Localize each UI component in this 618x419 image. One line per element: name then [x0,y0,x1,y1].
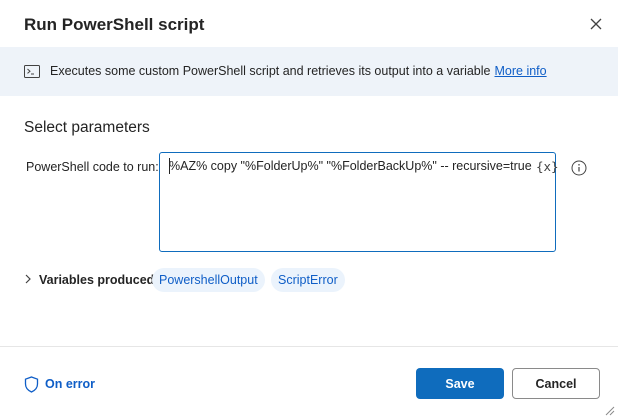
info-bar: Executes some custom PowerShell script a… [0,47,618,96]
run-powershell-dialog: Run PowerShell script Executes some cust… [0,0,618,419]
powershell-code-label: PowerShell code to run: [26,160,159,174]
dialog-title: Run PowerShell script [24,15,205,34]
terminal-icon [24,65,40,78]
close-button[interactable] [585,13,607,35]
variables-produced-label: Variables produced [39,273,155,287]
info-circle-icon[interactable] [571,160,587,176]
on-error-button[interactable]: On error [24,375,95,393]
powershell-code-value: %AZ% copy "%FolderUp%" "%FolderBackUp%" … [169,159,532,173]
variable-chip-scripterror[interactable]: ScriptError [271,268,345,292]
save-button[interactable]: Save [416,368,504,399]
chevron-right-icon [25,274,31,284]
close-icon [590,18,602,30]
section-title: Select parameters [24,119,150,136]
more-info-link[interactable]: More info [495,64,547,78]
shield-icon [24,375,39,393]
on-error-label: On error [45,377,96,391]
info-text: Executes some custom PowerShell script a… [50,64,547,78]
footer-divider [0,346,618,347]
resize-grip-icon[interactable] [603,404,615,416]
variable-chip-powershelloutput[interactable]: PowershellOutput [152,268,265,292]
variable-picker-button[interactable]: {x} [536,159,559,174]
powershell-code-input[interactable]: %AZ% copy "%FolderUp%" "%FolderBackUp%" … [159,152,559,252]
info-description: Executes some custom PowerShell script a… [50,64,491,78]
cancel-button[interactable]: Cancel [512,368,600,399]
